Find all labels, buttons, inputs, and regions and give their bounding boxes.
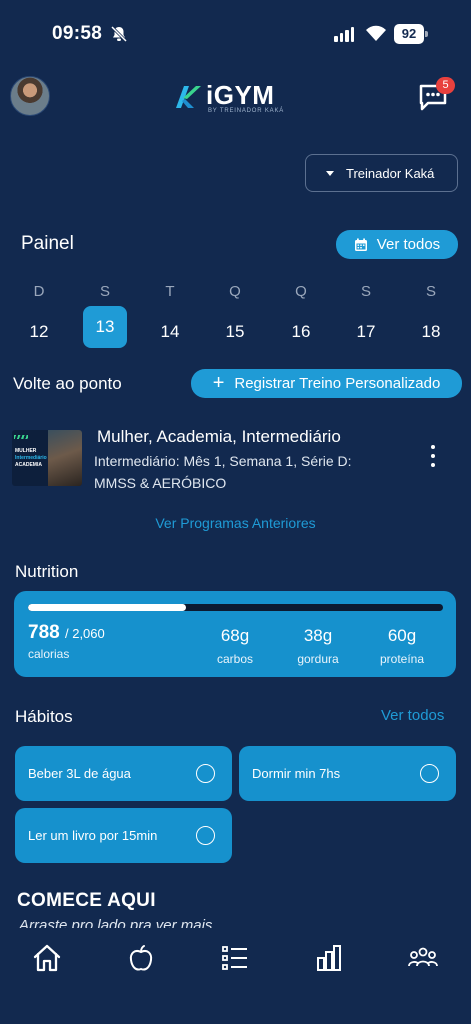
start-title: COMECE AQUI — [17, 890, 156, 911]
trainer-select-value: Treinador Kaká — [346, 165, 435, 181]
macro-label: proteína — [379, 652, 425, 666]
caret-down-icon — [326, 170, 334, 176]
app-logo: iGYM BY TREINADOR KAKÁ — [172, 80, 284, 116]
thumb-line-2: Intermediário — [15, 455, 47, 461]
trainer-select[interactable]: Treinador Kaká — [305, 154, 458, 192]
volte-title: Volte ao ponto — [13, 374, 122, 393]
week-calendar: D 12 S 13 T 14 Q 15 Q 16 S 17 S 18 — [6, 280, 465, 350]
bar-chart-icon — [317, 945, 341, 971]
status-time: 09:58 — [52, 23, 103, 44]
day-letter: S — [99, 283, 110, 300]
tab-progress[interactable] — [313, 942, 345, 974]
macro-fat: 38g gordura — [283, 626, 353, 666]
day-number: 17 — [356, 322, 376, 341]
tab-home[interactable] — [31, 942, 63, 974]
macro-value: 60g — [387, 626, 417, 645]
habit-label: Ler um livro por 15min — [28, 828, 158, 843]
habit-check-circle-icon[interactable] — [196, 764, 215, 783]
habit-check-circle-icon[interactable] — [420, 764, 439, 783]
habit-label: Dormir min 7hs — [252, 766, 341, 781]
macro-label: carbos — [216, 652, 254, 666]
start-subtitle: Arraste pro lado pra ver mais — [19, 917, 213, 928]
nutrition-card[interactable]: 788 / 2,060 calorias 68g carbos 38g gord… — [14, 591, 456, 677]
habit-item[interactable]: Beber 3L de água — [15, 746, 232, 801]
calories-label: calorias — [28, 647, 70, 661]
calorie-progress-fill — [28, 604, 186, 611]
tab-nutrition[interactable] — [125, 942, 157, 974]
day-number: 16 — [291, 322, 311, 341]
calories-goal: / 2,060 — [64, 626, 105, 641]
previous-programs-link[interactable]: Ver Programas Anteriores — [0, 515, 471, 531]
day-letter: S — [360, 283, 371, 300]
more-options-icon[interactable] — [425, 445, 441, 467]
day-letter: Q — [229, 283, 241, 300]
macro-carbs: 68g carbos — [200, 626, 270, 666]
program-subtitle: Intermediário: Mês 1, Semana 1, Série D:… — [94, 453, 352, 491]
logo-mark-icon — [176, 86, 201, 108]
calories-value: 788 — [28, 622, 60, 643]
day-number: 18 — [421, 322, 441, 341]
register-workout-button[interactable]: + Registrar Treino Personalizado — [191, 369, 462, 398]
day-letter: Q — [295, 283, 307, 300]
calorie-progress-bar — [28, 604, 443, 611]
day-number: 14 — [160, 322, 180, 341]
nutrition-title: Nutrition — [15, 562, 79, 581]
program-thumbnail: MULHER Intermediário ACADEMIA — [12, 430, 82, 486]
bottom-tab-bar — [0, 930, 471, 1024]
painel-title: Painel — [21, 233, 74, 254]
tab-workouts[interactable] — [219, 942, 251, 974]
logo-subtitle: BY TREINADOR KAKÁ — [208, 108, 285, 114]
thumb-line-1: MULHER — [15, 448, 37, 454]
macro-protein: 60g proteína — [367, 626, 437, 666]
battery-level: 92 — [394, 24, 424, 44]
macro-label: gordura — [297, 652, 339, 666]
painel-ver-todos-label: Ver todos — [376, 236, 441, 253]
group-icon — [408, 947, 438, 967]
tab-community[interactable] — [407, 942, 439, 974]
program-title: Mulher, Academia, Intermediário — [97, 427, 341, 446]
register-workout-label: Registrar Treino Personalizado — [234, 375, 441, 392]
habit-check-circle-icon[interactable] — [196, 826, 215, 845]
day-thursday[interactable]: Q 16 — [279, 280, 323, 348]
day-letter: S — [425, 283, 436, 300]
avatar[interactable] — [10, 76, 50, 116]
checklist-icon — [222, 946, 247, 970]
logo-text: iGYM — [206, 80, 275, 110]
habit-item[interactable]: Ler um livro por 15min — [15, 808, 232, 863]
program-card[interactable]: MULHER Intermediário ACADEMIA Mulher, Ac… — [12, 425, 459, 495]
day-monday-selected[interactable]: S 13 — [83, 280, 127, 348]
calorie-summary: 788 / 2,060 — [28, 622, 105, 644]
day-number: 12 — [29, 322, 49, 341]
cellular-signal-icon — [334, 26, 354, 42]
day-sunday[interactable]: D 12 — [17, 280, 61, 348]
bell-off-icon — [110, 25, 128, 43]
thumb-line-3: ACADEMIA — [15, 462, 42, 468]
day-letter: D — [33, 283, 45, 300]
home-icon — [33, 944, 61, 972]
day-friday[interactable]: S 17 — [344, 280, 388, 348]
day-letter: T — [165, 283, 175, 300]
day-saturday[interactable]: S 18 — [409, 280, 453, 348]
messages-badge: 5 — [436, 77, 455, 94]
day-wednesday[interactable]: Q 15 — [213, 280, 257, 348]
plus-icon: + — [212, 371, 225, 394]
habit-item[interactable]: Dormir min 7hs — [239, 746, 456, 801]
battery-indicator: 92 — [394, 24, 428, 44]
habits-title: Hábitos — [15, 707, 73, 726]
status-bar: 09:58 92 — [0, 0, 471, 64]
calendar-icon — [354, 238, 367, 251]
habits-ver-todos-link[interactable]: Ver todos — [381, 707, 444, 724]
day-tuesday[interactable]: T 14 — [148, 280, 192, 348]
day-number: 13 — [83, 306, 127, 348]
wifi-icon — [366, 25, 386, 41]
macro-value: 38g — [303, 626, 333, 645]
habit-label: Beber 3L de água — [28, 766, 131, 781]
macro-value: 68g — [220, 626, 250, 645]
day-number: 15 — [225, 322, 245, 341]
apple-icon — [129, 945, 153, 971]
painel-ver-todos-button[interactable]: Ver todos — [336, 230, 458, 259]
